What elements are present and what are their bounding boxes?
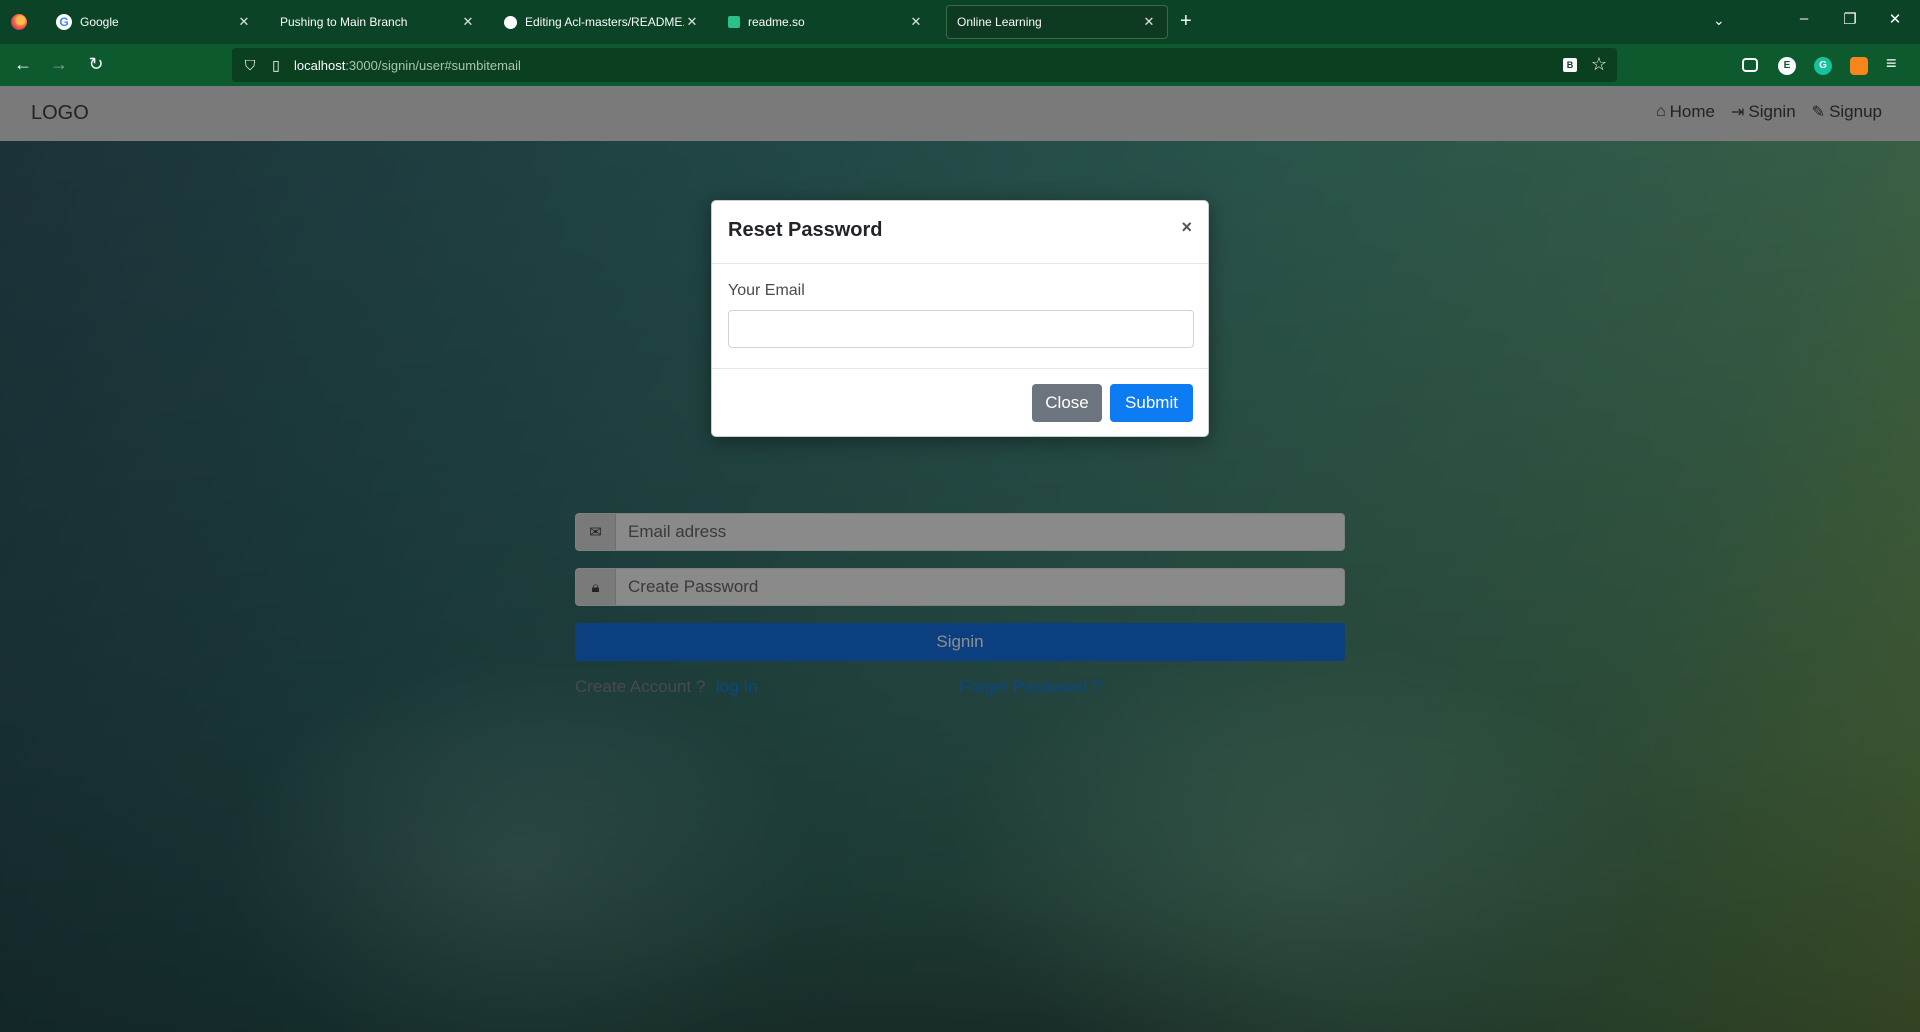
url-bar[interactable]: ⛉ ▯ localhost:3000/signin/user#sumbitema…: [232, 48, 1617, 82]
forgot-password-link[interactable]: Forget Password ?: [959, 677, 1102, 697]
close-window-icon[interactable]: ✕: [1885, 10, 1905, 28]
modal-body: Your Email: [712, 264, 1208, 369]
signin-button[interactable]: Signin: [575, 623, 1345, 661]
tab-readme-so[interactable]: readme.so ✕: [718, 5, 934, 39]
back-arrow-icon[interactable]: ←: [11, 54, 35, 75]
tab-title: Online Learning: [957, 15, 1042, 29]
tab-title: readme.so: [748, 15, 805, 29]
browser-toolbar: ← → ↻ ⛉ ▯ localhost:3000/signin/user#sum…: [0, 44, 1920, 86]
restore-icon[interactable]: ❐: [1840, 10, 1860, 28]
metamask-icon[interactable]: [1850, 57, 1868, 75]
page-content: LOGO ⌂ Home ⇥ Signin ✎ Signup ✉ 🔒︎ Signi…: [0, 86, 1920, 1032]
close-tab-icon[interactable]: ✕: [1141, 14, 1157, 30]
chevron-down-icon[interactable]: ⌄: [1713, 12, 1725, 29]
password-input[interactable]: [616, 569, 1344, 605]
login-link[interactable]: log In: [716, 677, 758, 697]
tab-google[interactable]: G Google ✕: [46, 5, 262, 39]
modal-title: Reset Password: [728, 219, 883, 241]
browser-tab-bar: G Google ✕ Pushing to Main Branch ✕ Edit…: [0, 0, 1920, 44]
create-account-label: Create Account ?: [575, 677, 706, 696]
reader-view-icon[interactable]: B: [1563, 58, 1577, 72]
email-label: Your Email: [728, 282, 805, 299]
new-tab-button[interactable]: +: [1180, 11, 1192, 31]
nav-signin-link[interactable]: ⇥ Signin: [1731, 102, 1796, 122]
close-tab-icon[interactable]: ✕: [460, 14, 476, 30]
readme-icon: [728, 16, 740, 28]
nav-home-label: Home: [1669, 102, 1715, 121]
grammarly-icon[interactable]: G: [1814, 57, 1832, 75]
tab-editing-readme[interactable]: Editing Acl-masters/README.m ✕: [494, 5, 710, 39]
tab-title: Google: [80, 15, 119, 29]
close-button[interactable]: Close: [1032, 384, 1102, 422]
forward-arrow-icon[interactable]: →: [47, 54, 71, 75]
url-text[interactable]: localhost:3000/signin/user#sumbitemail: [294, 58, 521, 73]
tab-title: Pushing to Main Branch: [280, 15, 408, 29]
url-host: localhost: [294, 57, 346, 73]
bookmark-star-icon[interactable]: ☆: [1591, 54, 1607, 75]
nav-signup-link[interactable]: ✎ Signup: [1812, 102, 1882, 122]
google-icon: G: [56, 14, 72, 30]
extension-e-icon[interactable]: E: [1778, 57, 1796, 75]
signin-form: ✉ 🔒︎ Signin Create Account ? log In Forg…: [575, 513, 1345, 707]
password-input-group: 🔒︎: [575, 568, 1345, 606]
home-icon: ⌂: [1655, 103, 1666, 120]
site-logo[interactable]: LOGO: [31, 102, 89, 125]
minimize-icon[interactable]: –: [1794, 10, 1814, 27]
signin-icon: ⇥: [1730, 104, 1745, 121]
nav-signup-label: Signup: [1829, 102, 1882, 121]
pocket-icon[interactable]: [1742, 58, 1758, 72]
tab-pushing-main[interactable]: Pushing to Main Branch ✕: [270, 5, 486, 39]
page-icon[interactable]: ▯: [268, 57, 284, 74]
reload-icon[interactable]: ↻: [84, 54, 108, 75]
nav-signin-label: Signin: [1748, 102, 1796, 121]
edit-icon: ✎: [1811, 104, 1826, 121]
email-input[interactable]: [616, 514, 1344, 550]
modal-header: Reset Password ×: [712, 201, 1208, 264]
nav-home-link[interactable]: ⌂ Home: [1656, 102, 1715, 122]
email-input-group: ✉: [575, 513, 1345, 551]
envelope-icon: ✉: [576, 514, 616, 550]
close-tab-icon[interactable]: ✕: [684, 14, 700, 30]
site-header: LOGO ⌂ Home ⇥ Signin ✎ Signup: [0, 86, 1920, 141]
reset-password-modal: Reset Password × Your Email Close Submit: [711, 200, 1209, 437]
close-tab-icon[interactable]: ✕: [236, 14, 252, 30]
lock-icon: 🔒︎: [576, 569, 616, 605]
firefox-icon[interactable]: [11, 14, 27, 30]
submit-button[interactable]: Submit: [1110, 384, 1193, 422]
modal-footer: Close Submit: [712, 369, 1208, 437]
shield-icon[interactable]: ⛉: [242, 57, 258, 74]
tab-title: Editing Acl-masters/README.m: [525, 15, 684, 29]
hamburger-menu-icon[interactable]: ≡: [1886, 53, 1897, 74]
site-nav: ⌂ Home ⇥ Signin ✎ Signup: [1656, 102, 1882, 122]
form-links: Create Account ? log In Forget Password …: [575, 677, 1345, 707]
close-tab-icon[interactable]: ✕: [908, 14, 924, 30]
github-icon: [504, 15, 517, 29]
close-icon[interactable]: ×: [1181, 217, 1192, 238]
url-path: :3000/signin/user#sumbitemail: [345, 57, 521, 73]
tab-online-learning[interactable]: Online Learning ✕: [946, 5, 1168, 39]
reset-email-input[interactable]: [728, 310, 1194, 348]
